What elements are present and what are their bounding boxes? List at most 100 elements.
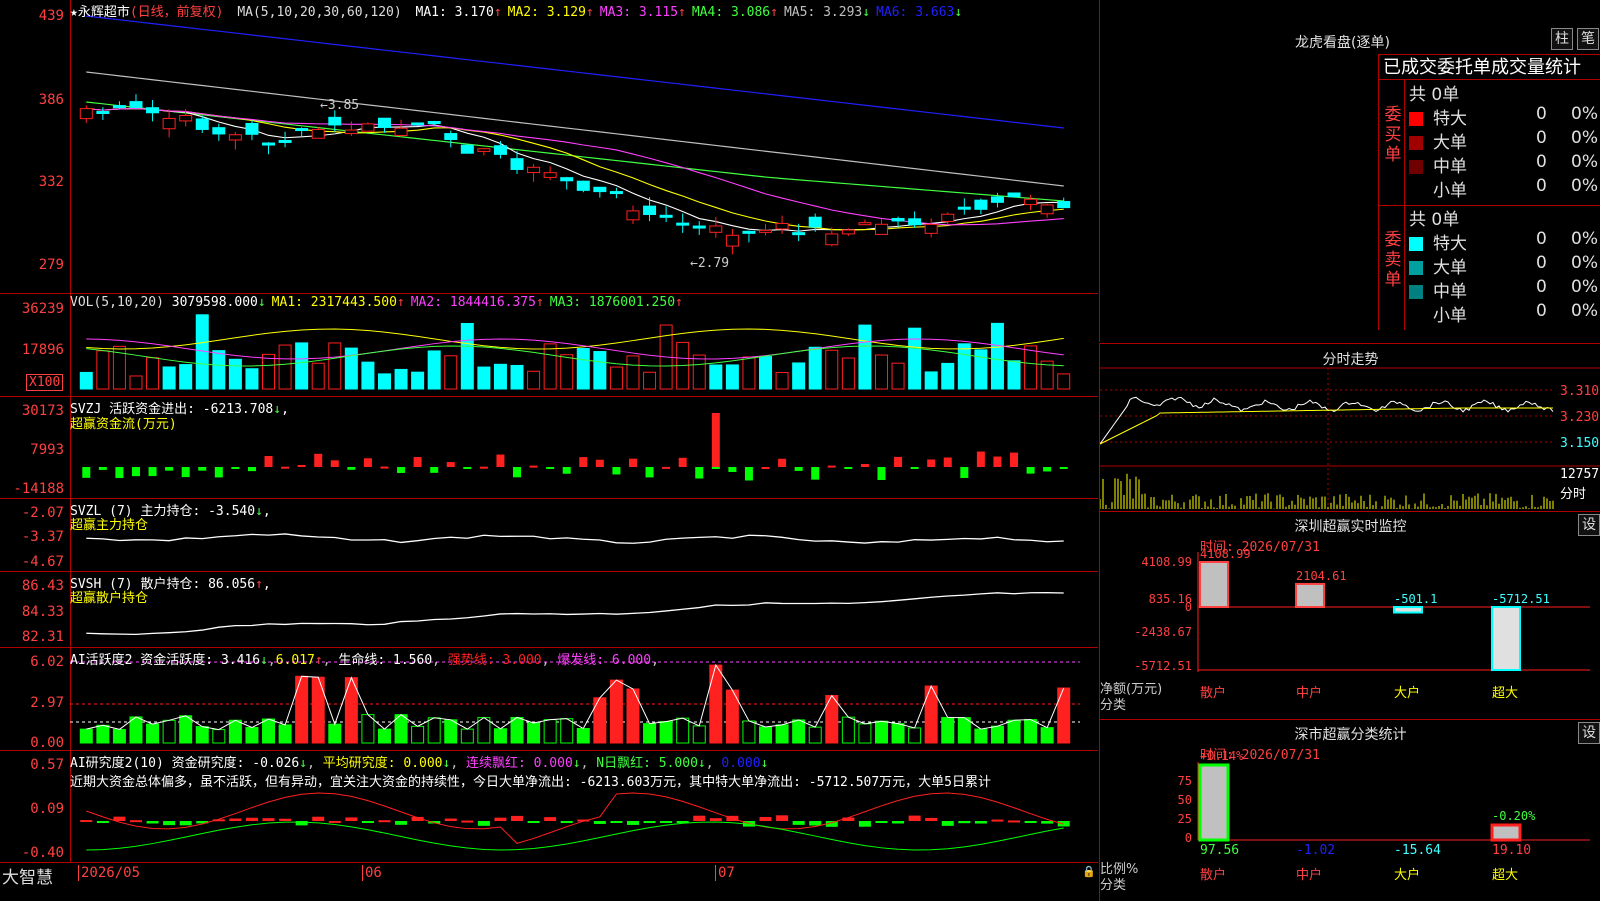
research-bar	[245, 817, 258, 821]
order-pct: 0%	[1571, 229, 1598, 249]
volume-bar	[295, 342, 309, 390]
ma-value: MA1: 2317443.500↑	[271, 295, 405, 310]
flow-bar	[380, 466, 389, 469]
lock-icon[interactable]: 🔒	[1082, 865, 1096, 878]
research-bar	[875, 821, 888, 823]
monitor-chart[interactable]: 4108.99835.160-2438.67-5712.514108.99散户2…	[1100, 512, 1600, 719]
order-type: 小单	[1433, 306, 1467, 326]
candle	[659, 214, 673, 218]
volume-bar	[129, 375, 143, 390]
activity-bar	[941, 717, 955, 744]
candle	[808, 216, 822, 228]
volume-bar	[643, 371, 657, 390]
volume-bar	[742, 356, 756, 390]
low-label: ←2.79	[690, 256, 730, 271]
category-label: 大户	[1394, 685, 1420, 701]
svsh-pane[interactable]: 86.43 84.33 82.31 SVSH (7) 散户持仓: 86.056↑…	[0, 572, 1098, 648]
candle	[510, 158, 524, 170]
intraday-panel[interactable]: 分时走势 3.310 3.230 3.150 12757 分时	[1099, 343, 1600, 511]
candle	[775, 222, 789, 230]
candle	[676, 222, 690, 226]
research-bar	[759, 817, 772, 821]
high-label: ←3.85	[320, 98, 360, 113]
flow-bar	[595, 459, 604, 467]
bar-value: -501.1	[1394, 592, 1437, 606]
order-pct: 0%	[1571, 128, 1598, 148]
tick-mode-button[interactable]: 笔	[1577, 28, 1599, 50]
y-tick: -5712.51	[1134, 659, 1192, 673]
ai-activity-pane[interactable]: 6.02 2.97 0.00 AI活跃度2 资金活跃度: 3.416↓,6.01…	[0, 648, 1098, 751]
activity-bar	[444, 719, 458, 744]
order-pct: 0%	[1571, 104, 1598, 124]
volume-bar	[775, 372, 789, 390]
x-label: 06	[362, 865, 382, 881]
ratio-value: 97.56	[1200, 843, 1239, 858]
monitor-panel[interactable]: 深圳超赢实时监控 设 时间: 2026/07/31 4108.99 835.16 0…	[1099, 511, 1600, 719]
classify-panel[interactable]: 深市超赢分类统计 设 时间: 2026/07/31 75 50 25 0 +0.14% -…	[1099, 719, 1600, 901]
net-bar	[1199, 561, 1229, 608]
ma-value: MA2: 3.129↑	[507, 5, 594, 20]
flow-bar	[247, 467, 256, 472]
flow-bar	[744, 467, 753, 481]
order-count: 0	[1536, 176, 1547, 196]
flow-bar	[976, 451, 985, 467]
volume-bar	[1057, 373, 1071, 390]
activity-bar	[162, 719, 176, 744]
flow-bar	[860, 464, 869, 467]
flow-bar	[844, 467, 853, 469]
flow-bar	[761, 466, 770, 469]
research-bar	[494, 817, 507, 821]
x-label: 2026/05	[78, 865, 140, 881]
flow-bar	[1043, 467, 1052, 472]
svzl-pane[interactable]: -2.07 -3.37 -4.67 SVZL (7) 主力持仓: -3.540↓…	[0, 499, 1098, 572]
svzj-pane[interactable]: 30173 7993 -14188 SVZJ 活跃资金进出: -6213.708…	[0, 397, 1098, 499]
research-bar	[941, 821, 954, 826]
sell-section: 委卖单 共 0单 特大 0 0% 大单 0 0% 中单 0 0% 小单 0 0%	[1378, 205, 1600, 330]
stats-header: 已成交委托单成交量统计	[1378, 54, 1600, 80]
activity-bar	[576, 728, 590, 744]
activity-bar	[676, 717, 690, 744]
main-header: ★永辉超市(日线，前复权) MA(5,10,20,30,60,120) MA1:…	[70, 5, 963, 20]
category-label: 散户	[1200, 867, 1226, 883]
research-bar	[361, 821, 374, 823]
ratio-bar	[1198, 763, 1230, 842]
research-bar	[395, 821, 408, 825]
volume-bar	[245, 368, 259, 390]
ma-value: MA3: 3.115↑	[599, 5, 686, 20]
volume-bar	[1007, 360, 1021, 390]
activity-bar	[1057, 687, 1071, 744]
candle	[311, 129, 325, 139]
order-count: 0	[1536, 277, 1547, 297]
volume-bar	[576, 348, 590, 390]
candle	[990, 196, 1004, 203]
y-tick: 3.230	[1560, 410, 1600, 425]
color-swatch	[1409, 309, 1423, 323]
kline-chart[interactable]	[0, 0, 1098, 293]
classify-xlabel: 分类	[1100, 878, 1127, 893]
research-bar	[560, 821, 573, 823]
candle	[96, 111, 110, 115]
ma-line	[86, 101, 1064, 202]
activity-bar	[957, 717, 971, 744]
ratio-value: -15.64	[1394, 843, 1441, 858]
avg-line	[1100, 407, 1553, 445]
bar-value: -0.20%	[1492, 809, 1536, 823]
order-count: 0	[1536, 253, 1547, 273]
activity-bar	[759, 726, 773, 744]
research-bar	[958, 821, 971, 824]
category-label: 超大	[1492, 686, 1518, 701]
intraday-chart[interactable]	[1100, 344, 1600, 511]
flow-bar	[446, 462, 455, 467]
flow-bar	[877, 467, 886, 480]
volume-pane[interactable]: 36239 17896 X100 VOL(5,10,20) 3079598.00…	[0, 294, 1098, 397]
price-line	[1100, 396, 1554, 445]
classify-chart[interactable]: 75 50 25 0 +0.14% -0.20% 97.56 散户 -1.02 中户 -15.64 大…	[1100, 720, 1600, 901]
candle	[195, 118, 209, 130]
volume-bar	[825, 349, 839, 390]
ai-research-pane[interactable]: 0.57 0.09 -0.40 AI研究度2(10) 资金研究度: -0.026…	[0, 751, 1098, 863]
bar-mode-button[interactable]: 柱	[1551, 28, 1573, 50]
flow-bar	[165, 467, 174, 471]
kline-pane[interactable]: 439 386 332 279 ★永辉超市(日线，前复权) MA(5,10,20…	[0, 0, 1098, 294]
candle	[112, 105, 126, 109]
order-pct: 0%	[1571, 152, 1598, 172]
